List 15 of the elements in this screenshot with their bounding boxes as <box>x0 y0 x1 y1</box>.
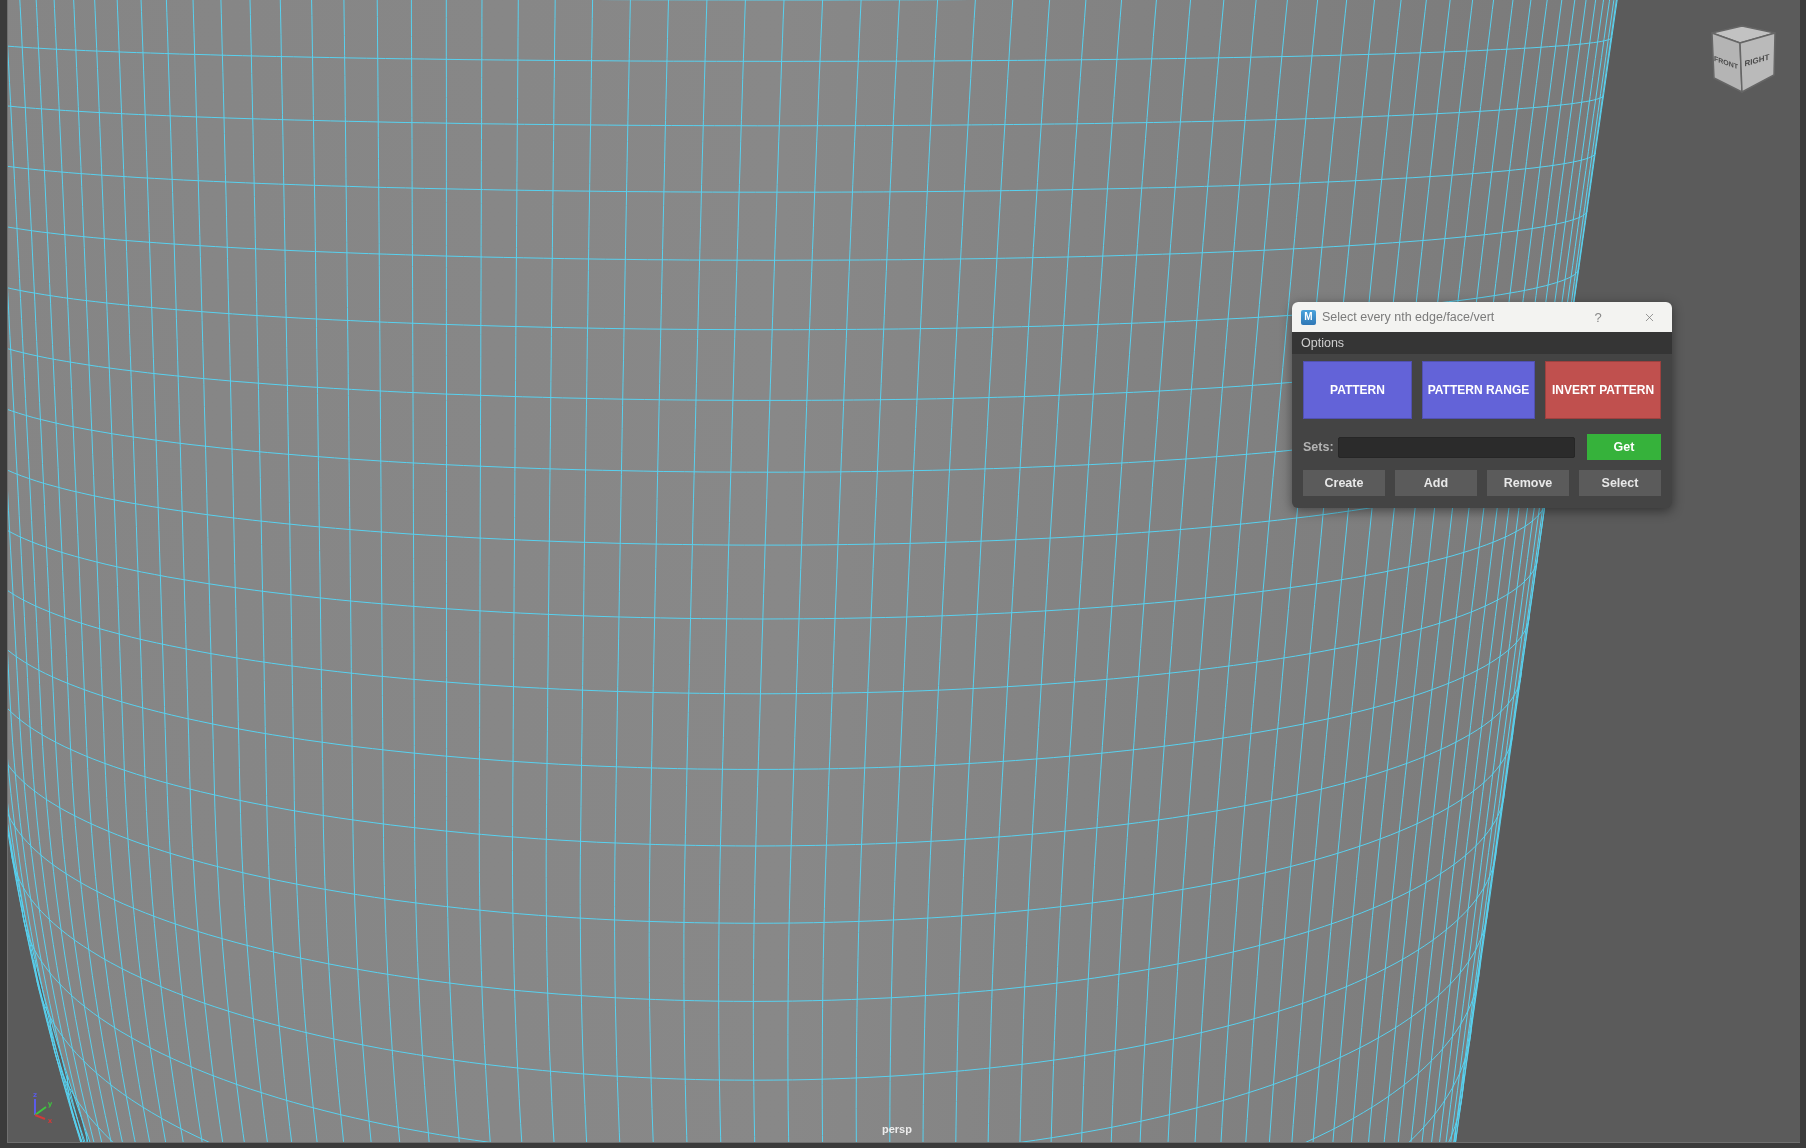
menu-item[interactable]: Options <box>1300 336 1346 350</box>
set-action-button[interactable]: Select <box>1579 470 1661 496</box>
set-action-button[interactable]: Add <box>1395 470 1477 496</box>
set-action-button[interactable]: Remove <box>1487 470 1569 496</box>
help-button[interactable]: ? <box>1583 305 1613 329</box>
cube-face-label: RIGHT <box>1744 52 1770 69</box>
window-title: Select every nth edge/face/vert <box>1322 310 1495 324</box>
sets-input[interactable] <box>1338 436 1575 458</box>
sets-label: Sets: <box>1303 440 1333 454</box>
pattern-button[interactable]: PATTERN RANGE <box>1422 361 1535 419</box>
pattern-button[interactable]: PATTERN <box>1303 361 1412 419</box>
app-logo: M <box>1301 309 1316 325</box>
pattern-button[interactable]: INVERT PATTERN <box>1545 361 1661 419</box>
set-action-button[interactable]: Create <box>1303 470 1385 496</box>
view-cube-drawing[interactable] <box>1711 25 1776 93</box>
